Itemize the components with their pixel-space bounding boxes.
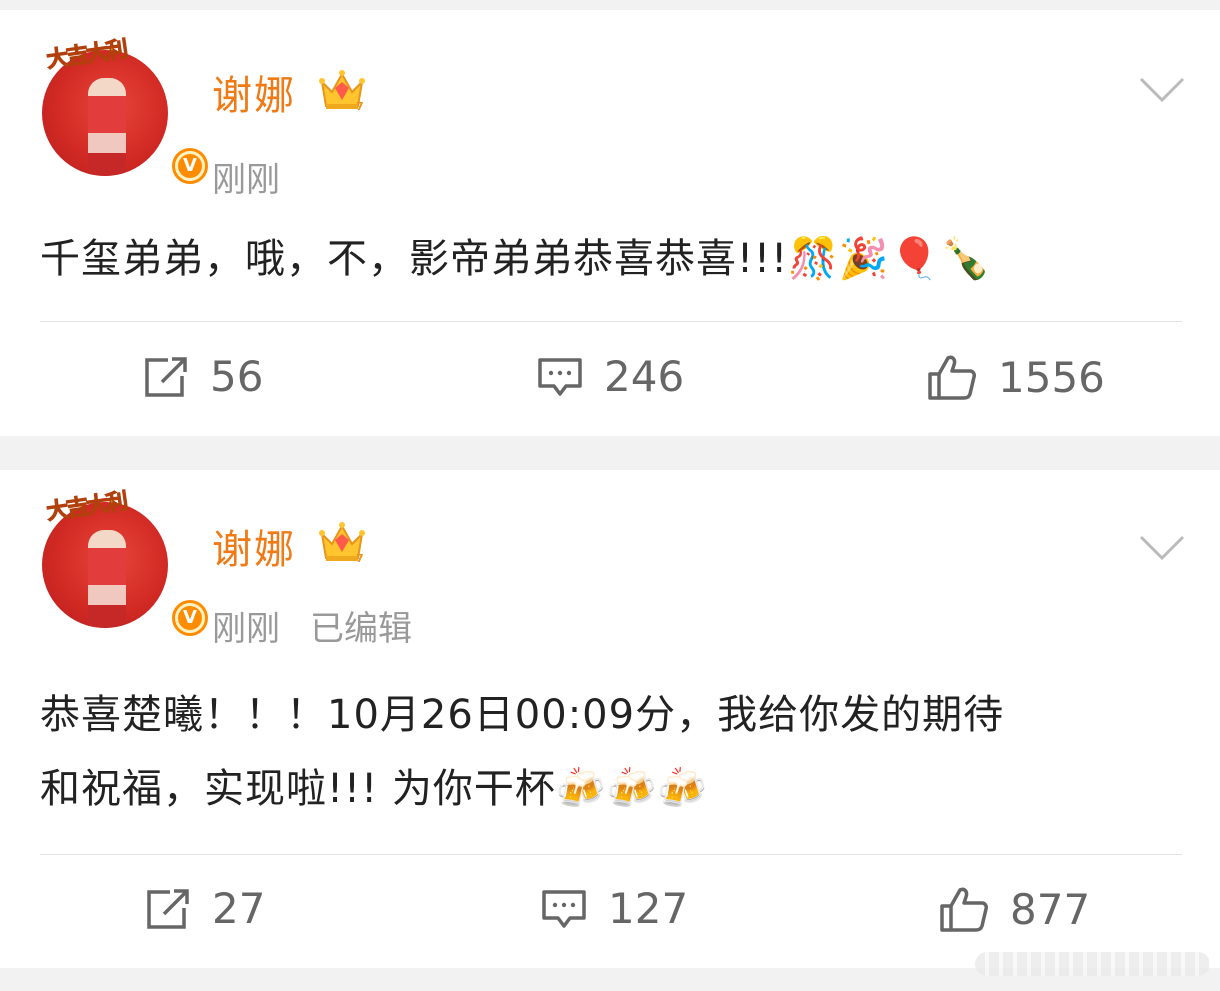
avatar[interactable]: 大吉大利 V	[42, 489, 212, 640]
repost-icon	[145, 356, 187, 397]
edited-label: 已编辑	[310, 609, 412, 649]
comment-icon	[538, 357, 582, 396]
repost-button[interactable]: 56	[142, 352, 263, 401]
svg-text:7: 7	[356, 100, 364, 112]
divider	[40, 321, 1182, 322]
author-name[interactable]: 谢娜	[212, 72, 296, 120]
divider	[40, 854, 1182, 855]
svg-text:7: 7	[356, 552, 364, 564]
post-meta: 刚刚	[212, 160, 280, 200]
comment-button[interactable]: 246	[536, 352, 684, 401]
post-content[interactable]: 恭喜楚曦！！！10月26日00:09分，我给你发的期待 和祝福，实现啦!!! 为…	[40, 678, 1190, 826]
verified-badge-icon: V	[168, 596, 212, 640]
author-name[interactable]: 谢娜	[212, 526, 296, 574]
avatar[interactable]: 大吉大利 V	[42, 37, 212, 188]
post-content-line: 千玺弟弟，哦，不，影帝弟弟恭喜恭喜!!!🎊🎉🎈🍾	[40, 236, 992, 282]
crown-vip-icon[interactable]: 7	[318, 520, 366, 564]
chevron-down-icon[interactable]	[1138, 76, 1186, 104]
post-content-line: 恭喜楚曦！！！10月26日00:09分，我给你发的期待	[40, 692, 1005, 738]
repost-button[interactable]: 27	[144, 884, 265, 933]
like-button[interactable]: 877	[938, 884, 1090, 934]
crown-vip-icon[interactable]: 7	[318, 68, 366, 112]
post-time: 刚刚	[212, 609, 280, 649]
repost-count: 27	[212, 884, 266, 933]
comment-button[interactable]: 127	[540, 884, 688, 933]
watermark	[975, 952, 1210, 976]
post-time: 刚刚	[212, 160, 280, 200]
post-content[interactable]: 千玺弟弟，哦，不，影帝弟弟恭喜恭喜!!!🎊🎉🎈🍾	[40, 222, 1190, 296]
repost-count: 56	[210, 352, 264, 401]
comment-icon	[542, 889, 586, 928]
weibo-post-card: 大吉大利 V 谢娜 7 刚刚 已编辑 恭喜楚曦！！！10月26日00:09分，我给…	[0, 470, 1220, 968]
like-count: 877	[1010, 884, 1091, 934]
chevron-down-icon[interactable]	[1138, 534, 1186, 562]
thumbs-up-icon	[940, 887, 988, 932]
thumbs-up-icon	[928, 355, 976, 400]
like-button[interactable]: 1556	[926, 352, 1105, 402]
comment-count: 127	[608, 884, 689, 933]
post-content-line: 和祝福，实现啦!!! 为你干杯🍻🍻🍻	[40, 766, 709, 812]
comment-count: 246	[604, 352, 685, 401]
verified-badge-icon: V	[168, 144, 212, 188]
like-count: 1556	[998, 352, 1105, 402]
weibo-post-card: 大吉大利 V 谢娜 7 刚刚 千玺弟弟，哦，不，影帝弟弟恭喜恭喜!!!🎊🎉🎈🍾 …	[0, 10, 1220, 436]
post-meta: 刚刚 已编辑	[212, 609, 412, 649]
repost-icon	[147, 888, 189, 929]
